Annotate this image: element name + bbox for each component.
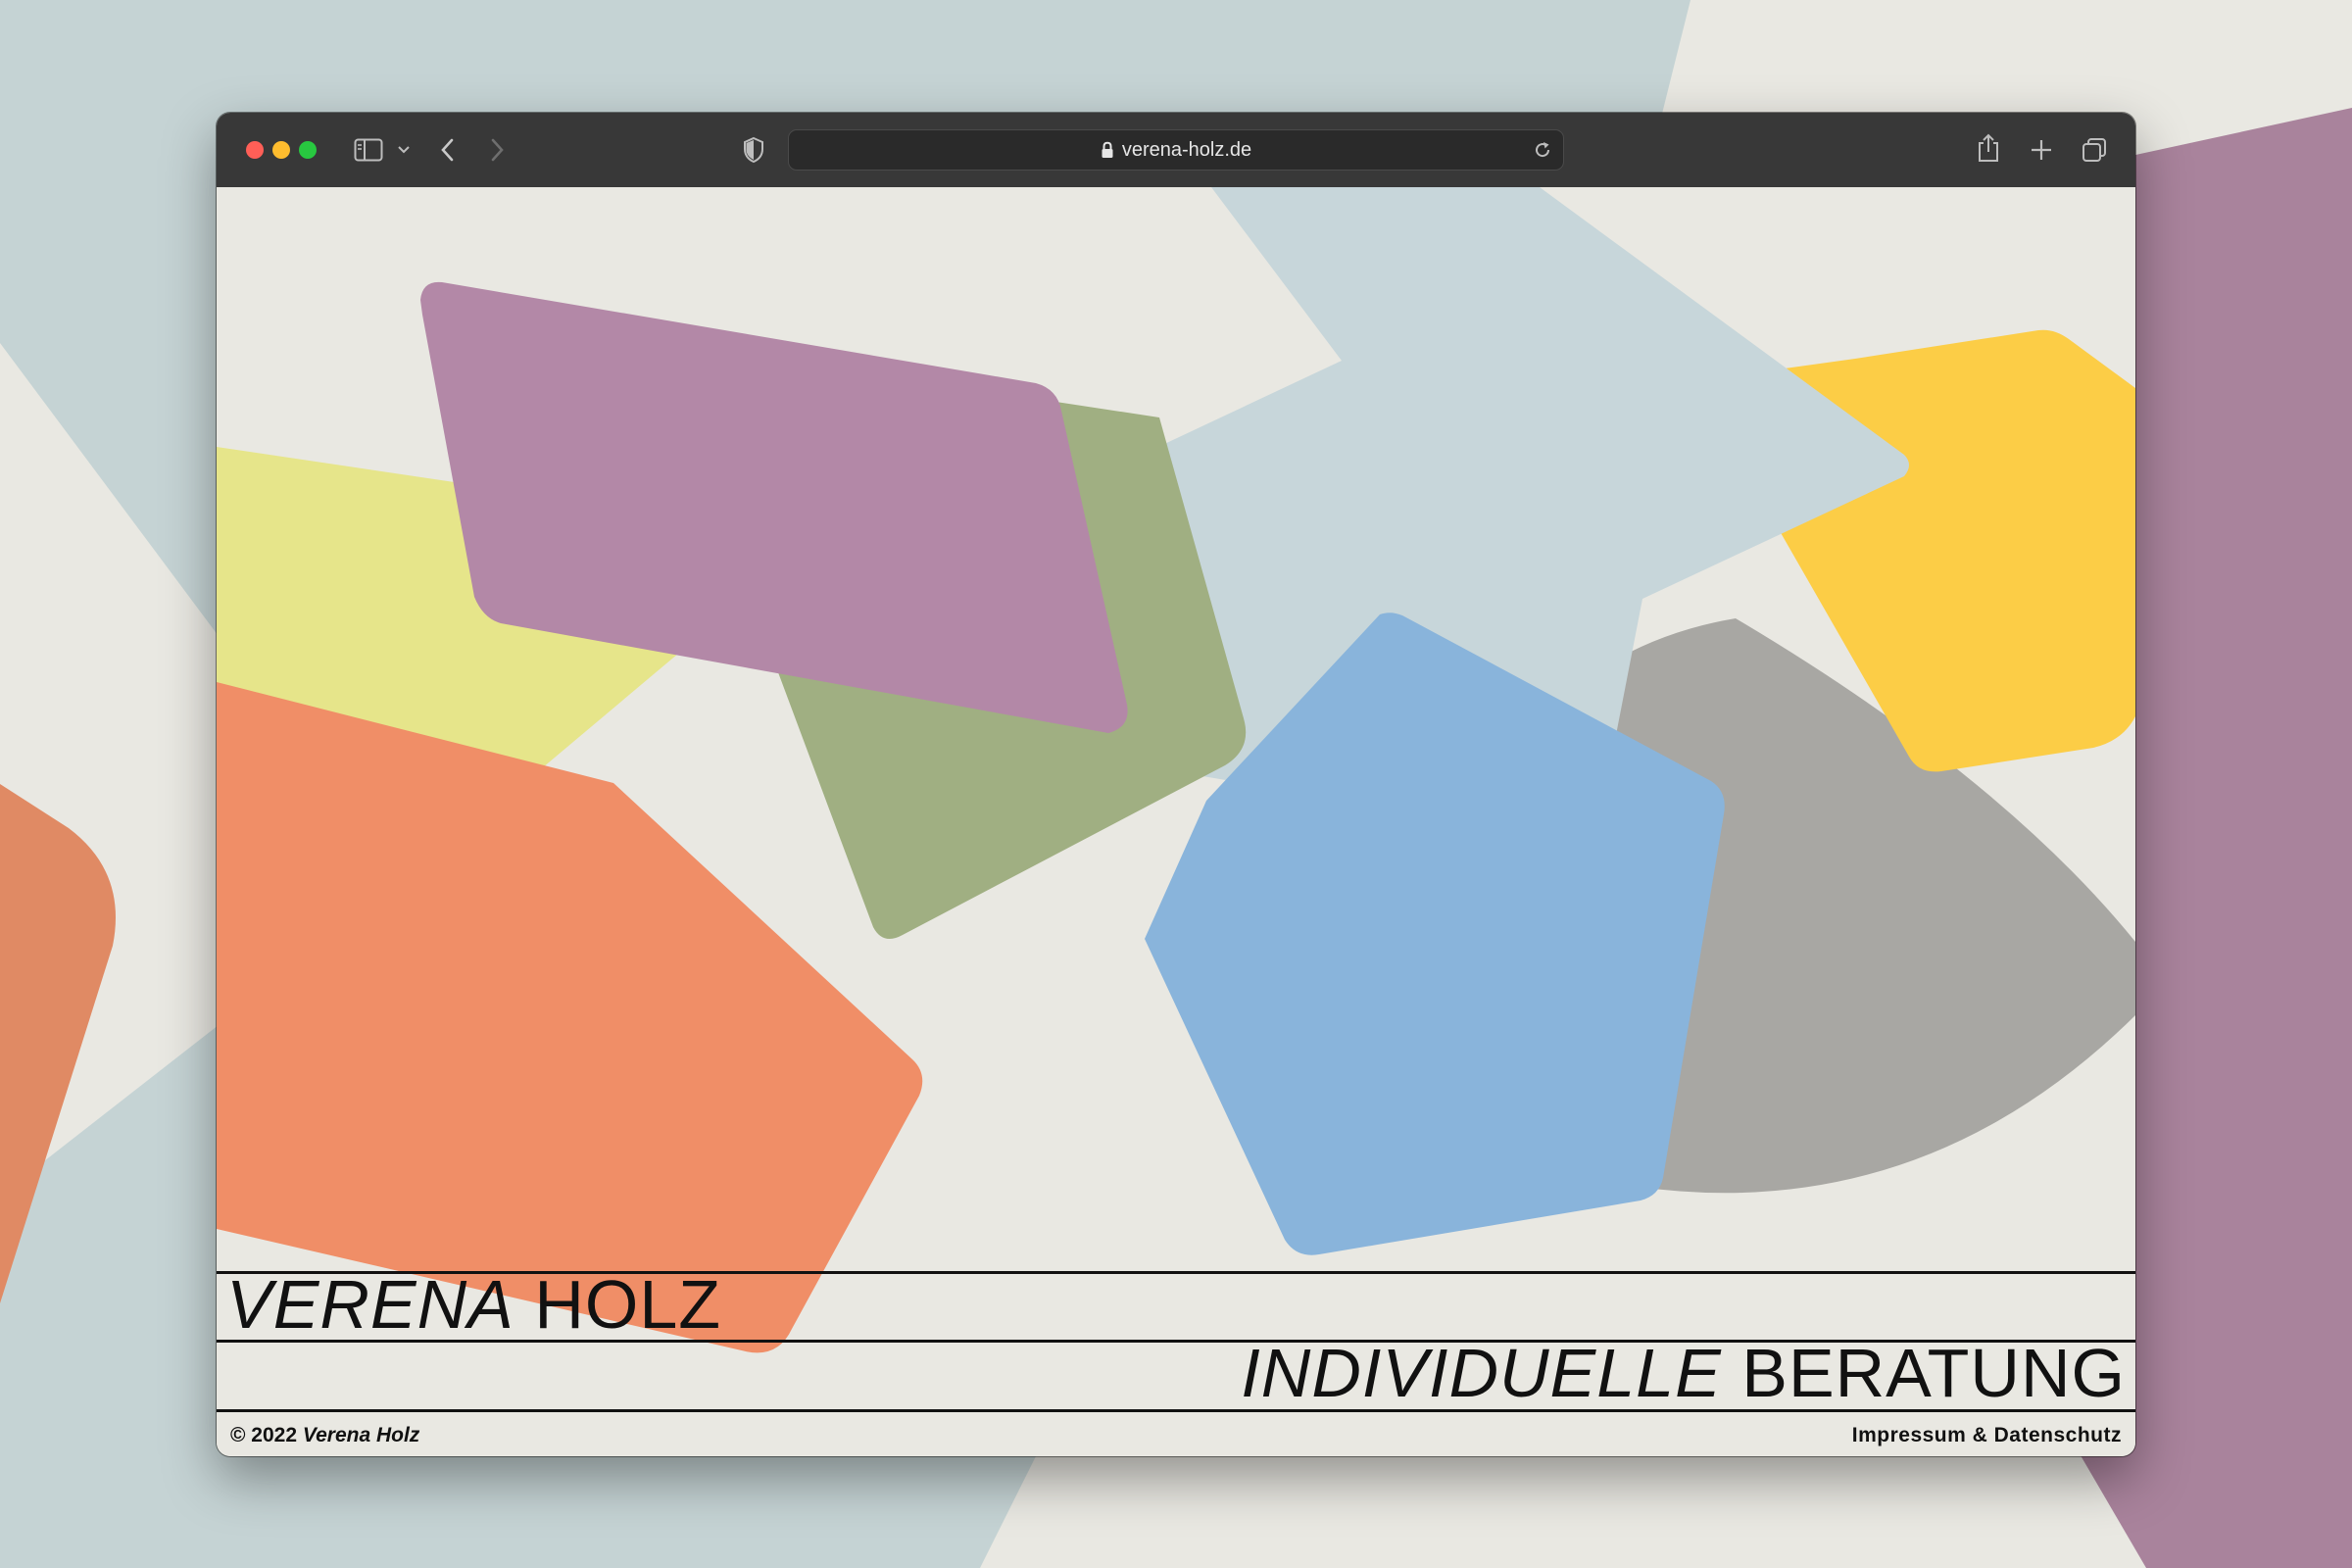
site-title-first: VERENA [226, 1266, 514, 1343]
impressum-link[interactable]: Impressum & Datenschutz [1852, 1424, 2122, 1447]
copyright-prefix: © 2022 [230, 1424, 298, 1446]
chevron-down-icon[interactable] [397, 144, 411, 156]
site-title[interactable]: VERENA HOLZ [226, 1270, 721, 1339]
divider-bottom [217, 1409, 2135, 1412]
tagline-regular: BERATUNG [1741, 1335, 2126, 1411]
minimize-window-button[interactable] [272, 141, 290, 159]
zoom-window-button[interactable] [299, 141, 317, 159]
website-content: VERENA HOLZ INDIVIDUELLE BERATUNG © 2022… [217, 187, 2135, 1456]
url-text: verena-holz.de [1121, 138, 1252, 161]
tagline-italic: INDIVIDUELLE [1241, 1335, 1722, 1411]
coral-quad-shape [217, 682, 923, 1353]
browser-window: verena-holz.de VERENA HOLZ INDIVIDUELLE … [217, 113, 2135, 1456]
back-icon[interactable] [438, 136, 458, 164]
close-window-button[interactable] [246, 141, 264, 159]
site-title-last: HOLZ [534, 1266, 722, 1343]
copyright-name: Verena Holz [302, 1424, 420, 1446]
sidebar-icon[interactable] [354, 137, 383, 163]
new-tab-icon[interactable] [2029, 137, 2054, 163]
address-bar[interactable]: verena-holz.de [788, 129, 1564, 171]
share-icon[interactable] [1976, 132, 2001, 164]
reload-icon[interactable] [1533, 140, 1552, 160]
browser-toolbar: verena-holz.de [217, 113, 2135, 188]
forward-icon[interactable] [487, 136, 507, 164]
lock-icon [1102, 141, 1113, 158]
shield-icon[interactable] [742, 136, 765, 164]
copyright-notice: © 2022 Verena Holz [230, 1424, 419, 1447]
tab-overview-icon[interactable] [2081, 136, 2108, 164]
site-tagline: INDIVIDUELLE BERATUNG [1241, 1339, 2126, 1407]
